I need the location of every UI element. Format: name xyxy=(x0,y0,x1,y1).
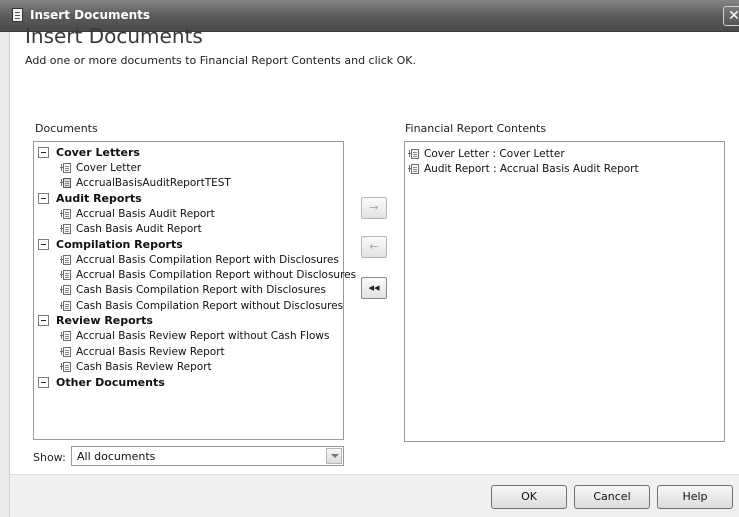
document-icon xyxy=(60,254,71,266)
tree-item-label: Accrual Basis Audit Report xyxy=(76,207,215,220)
document-icon xyxy=(60,223,71,235)
tree-item-label: Cash Basis Audit Report xyxy=(76,223,202,236)
collapse-icon[interactable] xyxy=(38,315,49,327)
tree-item[interactable]: Accrual Basis Compilation Report with Di… xyxy=(38,252,343,267)
window-frame-left xyxy=(0,32,10,517)
cancel-button[interactable]: Cancel xyxy=(574,485,650,509)
documents-label: Documents xyxy=(35,122,98,135)
document-icon xyxy=(60,330,71,342)
collapse-icon[interactable] xyxy=(38,193,49,205)
close-icon[interactable]: ✕ xyxy=(723,6,739,26)
tree-item[interactable]: Accrual Basis Review Report without Cash… xyxy=(38,329,343,344)
list-item[interactable]: Audit Report : Accrual Basis Audit Repor… xyxy=(408,161,724,176)
tree-item[interactable]: Cash Basis Compilation Report with Discl… xyxy=(38,283,343,298)
document-icon xyxy=(60,346,71,358)
document-icon xyxy=(408,148,419,160)
document-icon xyxy=(408,163,419,175)
collapse-icon[interactable] xyxy=(38,147,49,159)
list-item-label: Audit Report : Accrual Basis Audit Repor… xyxy=(424,162,639,175)
document-icon xyxy=(60,269,71,281)
tree-item-label: Accrual Basis Compilation Report with Di… xyxy=(76,253,339,266)
tree-group-label: Audit Reports xyxy=(56,192,142,206)
document-icon xyxy=(60,300,71,312)
show-filter-value: All documents xyxy=(77,450,156,463)
tree-group-label: Other Documents xyxy=(56,375,165,389)
tree-item-label: Cash Basis Review Report xyxy=(76,360,212,373)
tree-item[interactable]: Cover Letter xyxy=(38,160,343,175)
contents-label: Financial Report Contents xyxy=(405,122,547,135)
document-alt-icon xyxy=(60,177,71,189)
tree-item-label: AccrualBasisAuditReportTEST xyxy=(76,177,231,190)
document-icon xyxy=(60,162,71,174)
tree-group-label: Cover Letters xyxy=(56,146,140,160)
tree-item[interactable]: AccrualBasisAuditReportTEST xyxy=(38,176,343,191)
app-icon xyxy=(12,8,23,22)
tree-item-label: Accrual Basis Compilation Report without… xyxy=(76,269,357,282)
window-title: Insert Documents xyxy=(30,8,151,22)
document-icon xyxy=(60,284,71,296)
tree-group[interactable]: Cover Letters xyxy=(38,145,343,160)
tree-item-label: Accrual Basis Review Report without Cash… xyxy=(76,330,330,343)
tree-item[interactable]: Accrual Basis Audit Report xyxy=(38,206,343,221)
show-label: Show: xyxy=(33,451,66,464)
help-button[interactable]: Help xyxy=(657,485,733,509)
list-item-label: Cover Letter : Cover Letter xyxy=(424,147,565,160)
collapse-icon[interactable] xyxy=(38,376,49,388)
tree-group[interactable]: Audit Reports xyxy=(38,191,343,206)
document-icon xyxy=(60,208,71,220)
ok-button[interactable]: OK xyxy=(491,485,567,509)
instructions-text: Add one or more documents to Financial R… xyxy=(25,54,416,67)
tree-group[interactable]: Review Reports xyxy=(38,313,343,328)
remove-all-button[interactable]: ◂◂ xyxy=(361,277,387,299)
tree-group[interactable]: Compilation Reports xyxy=(38,237,343,252)
tree-item[interactable]: Cash Basis Compilation Report without Di… xyxy=(38,298,343,313)
tree-item[interactable]: Accrual Basis Compilation Report without… xyxy=(38,267,356,282)
tree-group[interactable]: Other Documents xyxy=(38,374,343,389)
tree-group-label: Review Reports xyxy=(56,314,153,328)
page-title: Insert Documents xyxy=(25,24,203,48)
remove-document-button[interactable]: ← xyxy=(361,236,387,258)
tree-item-label: Cash Basis Compilation Report with Discl… xyxy=(76,284,326,297)
report-contents-list[interactable]: Cover Letter : Cover Letter Audit Report … xyxy=(404,141,725,442)
list-item[interactable]: Cover Letter : Cover Letter xyxy=(408,146,724,161)
documents-tree[interactable]: Cover Letters Cover Letter AccrualBasisAud… xyxy=(33,141,356,440)
tree-item[interactable]: Cash Basis Review Report xyxy=(38,359,343,374)
tree-item-label: Accrual Basis Review Report xyxy=(76,345,225,358)
chevron-down-icon[interactable] xyxy=(326,448,342,464)
show-filter-select[interactable]: All documents xyxy=(71,446,344,466)
tree-item-label: Cover Letter xyxy=(76,161,142,174)
tree-item[interactable]: Accrual Basis Review Report xyxy=(38,344,343,359)
tree-item[interactable]: Cash Basis Audit Report xyxy=(38,221,343,236)
add-document-button[interactable]: → xyxy=(361,197,387,219)
tree-item-label: Cash Basis Compilation Report without Di… xyxy=(76,299,344,312)
tree-group-label: Compilation Reports xyxy=(56,237,183,251)
document-icon xyxy=(60,361,71,373)
collapse-icon[interactable] xyxy=(38,238,49,250)
